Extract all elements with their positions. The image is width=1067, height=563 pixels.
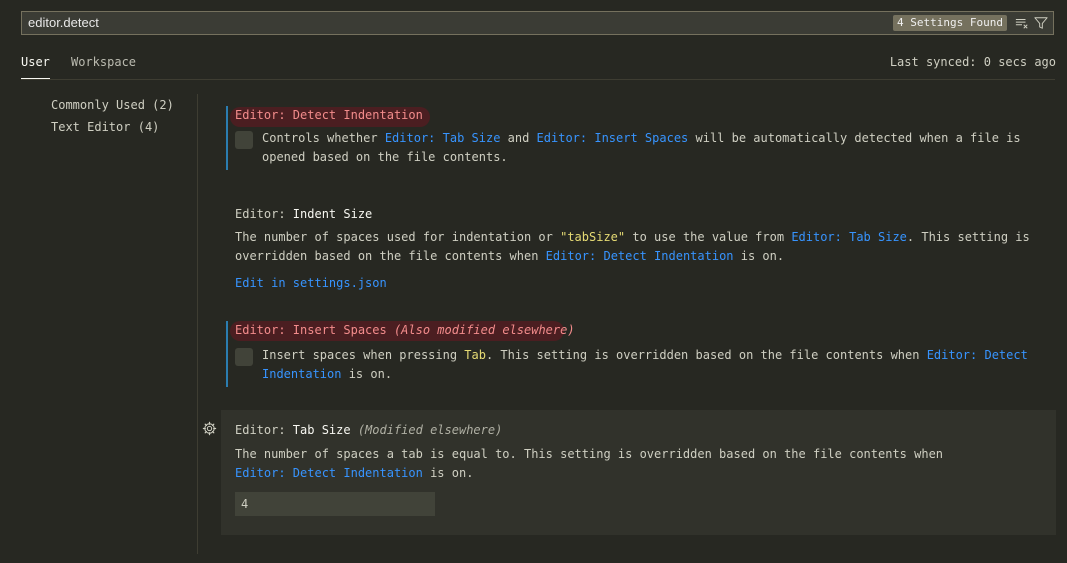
gear-icon[interactable]: [202, 421, 217, 436]
setting-link-detect-indentation[interactable]: Editor: Detect Indentation: [546, 249, 734, 263]
toc-item-count: (2): [152, 98, 174, 112]
desc-text: Insert spaces when pressing: [262, 348, 465, 362]
setting-title: Editor: Insert Spaces (Also modified els…: [235, 323, 575, 337]
desc-text: is on.: [341, 367, 393, 381]
desc-text: is on.: [733, 249, 785, 263]
tab-user[interactable]: User: [21, 52, 50, 79]
settings-toc: Commonly Used (2) Text Editor (4): [51, 97, 174, 141]
settings-count-badge: 4 Settings Found: [893, 15, 1007, 31]
filter-icon[interactable]: [1034, 16, 1048, 30]
toc-divider: [197, 94, 198, 554]
setting-indent-size: Editor: Indent Size The number of spaces…: [221, 206, 1056, 296]
desc-text: The number of spaces a tab is equal to. …: [235, 447, 944, 461]
desc-text: The number of spaces used for indentatio…: [235, 230, 561, 244]
setting-category: Editor:: [235, 323, 293, 337]
tabs-divider: [21, 79, 1055, 80]
setting-description: Controls whether Editor: Tab Size and Ed…: [262, 129, 1037, 167]
desc-text: is on.: [422, 466, 474, 480]
setting-link-tab-size[interactable]: Editor: Tab Size: [385, 131, 501, 145]
setting-label: Detect Indentation: [292, 108, 423, 122]
toc-item-label: Text Editor: [51, 120, 131, 134]
setting-link-detect-indentation[interactable]: Editor: Detect Indentation: [235, 466, 423, 480]
setting-detect-indentation: Editor: Detect Indentation Controls whet…: [221, 106, 1056, 170]
setting-label: Indent Size: [292, 207, 373, 221]
settings-search-input[interactable]: [28, 12, 908, 34]
tab-size-input[interactable]: [235, 492, 435, 516]
setting-category: Editor:: [235, 423, 293, 437]
setting-link-tab-size[interactable]: Editor: Tab Size: [791, 230, 907, 244]
desc-text: Controls whether: [262, 131, 385, 145]
toc-item-label: Commonly Used: [51, 98, 145, 112]
setting-category: Editor:: [235, 108, 293, 122]
setting-insert-spaces: Editor: Insert Spaces (Also modified els…: [221, 321, 1056, 387]
sync-status: Last synced: 0 secs ago: [889, 55, 1056, 69]
clear-filter-icon[interactable]: [1015, 16, 1029, 30]
tab-workspace[interactable]: Workspace: [71, 52, 136, 78]
setting-description: The number of spaces a tab is equal to. …: [235, 445, 995, 483]
insert-spaces-checkbox[interactable]: [235, 348, 253, 366]
toc-item-commonly-used[interactable]: Commonly Used (2): [51, 97, 174, 119]
setting-tab-size: Editor: Tab Size (Modified elsewhere) Th…: [221, 410, 1056, 535]
setting-title: Editor: Tab Size (Modified elsewhere): [235, 423, 502, 437]
desc-text: to use the value from: [625, 230, 792, 244]
setting-label: Tab Size: [292, 423, 351, 437]
setting-title: Editor: Indent Size: [235, 207, 372, 221]
desc-text: and: [500, 131, 537, 145]
modified-elsewhere-note[interactable]: (Modified elsewhere): [358, 423, 503, 437]
edit-in-settings-json-link[interactable]: Edit in settings.json: [235, 276, 387, 290]
toc-item-count: (4): [137, 120, 160, 134]
setting-description: The number of spaces used for indentatio…: [235, 228, 1035, 266]
setting-description: Insert spaces when pressing Tab. This se…: [262, 346, 1037, 384]
detect-indentation-checkbox[interactable]: [235, 131, 253, 149]
setting-category: Editor:: [235, 207, 293, 221]
code-snippet: "tabSize": [560, 230, 626, 244]
code-snippet: Tab: [464, 348, 486, 362]
modified-elsewhere-note[interactable]: (Also modified elsewhere): [394, 323, 575, 337]
setting-label: Insert Spaces: [292, 323, 387, 337]
settings-search-box[interactable]: 4 Settings Found: [21, 11, 1054, 35]
toc-item-text-editor[interactable]: Text Editor (4): [51, 119, 174, 141]
desc-text: . This setting is overridden based on th…: [485, 348, 927, 362]
setting-title: Editor: Detect Indentation: [235, 108, 423, 122]
setting-link-insert-spaces[interactable]: Editor: Insert Spaces: [537, 131, 689, 145]
